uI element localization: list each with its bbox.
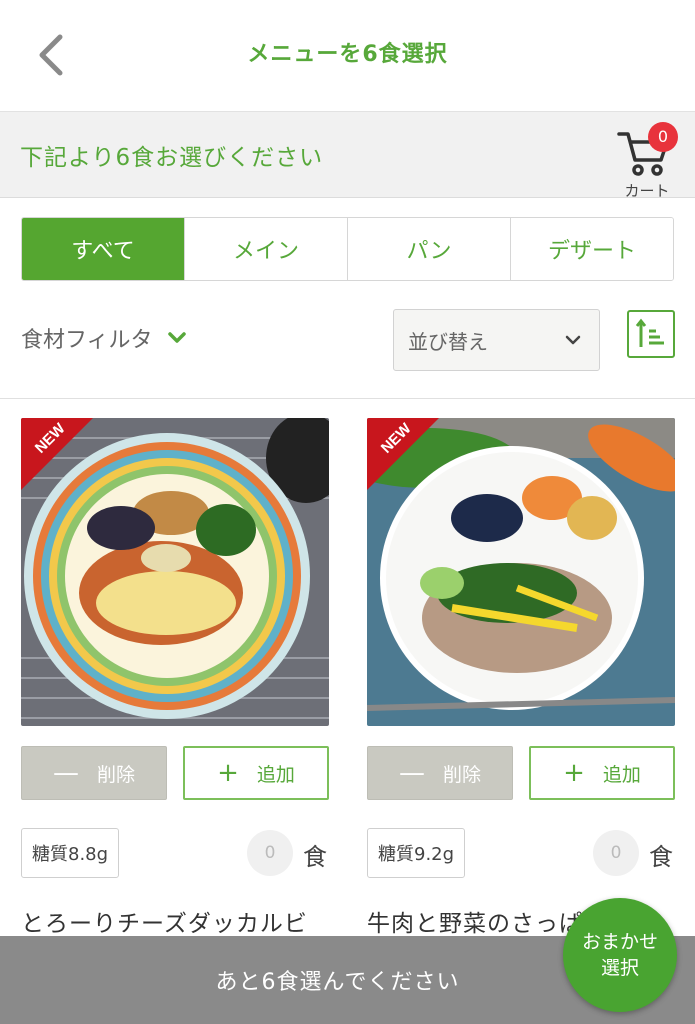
minus-icon: —: [52, 758, 79, 788]
ingredient-filter-button[interactable]: 食材フィルタ: [21, 322, 187, 354]
quantity-count: 0: [247, 830, 293, 876]
add-label: 追加: [602, 763, 641, 786]
chevron-down-icon: [167, 332, 186, 343]
tab-main[interactable]: メイン: [185, 218, 348, 280]
tab-all[interactable]: すべて: [22, 218, 185, 280]
sugar-tag: 糖質8.8g: [21, 828, 120, 878]
category-tabs: すべて メイン パン デザート: [21, 217, 674, 281]
sort-select[interactable]: 並び替え: [393, 309, 600, 371]
sort-ascending-icon: [635, 318, 664, 347]
remove-label: 削除: [442, 763, 481, 786]
chevron-down-icon: [565, 335, 581, 345]
tab-bread[interactable]: パン: [348, 218, 511, 280]
menu-card: NEW — 削除 + 追加 糖質8.8g 0 食 とろーりチーズダッカルビ: [21, 418, 329, 937]
sort-select-label: 並び替え: [408, 329, 488, 354]
sort-order-button[interactable]: [627, 310, 675, 358]
cart-count-badge: 0: [648, 122, 678, 152]
new-ribbon: NEW: [21, 418, 93, 490]
remove-button[interactable]: — 削除: [21, 746, 167, 800]
cart-label: カート: [624, 182, 670, 200]
new-ribbon: NEW: [367, 418, 439, 490]
tab-dessert[interactable]: デザート: [511, 218, 673, 280]
add-label: 追加: [256, 763, 295, 786]
menu-item-image[interactable]: NEW: [367, 418, 675, 726]
divider: [0, 398, 695, 399]
remove-button[interactable]: — 削除: [367, 746, 513, 800]
minus-icon: —: [398, 758, 425, 788]
cart-button[interactable]: 0 カート: [612, 122, 686, 200]
menu-card: NEW — 削除 + 追加 糖質9.2g 0 食 牛肉と野菜のさっぱり: [367, 418, 675, 937]
add-button[interactable]: + 追加: [529, 746, 675, 800]
sugar-tag: 糖質9.2g: [367, 828, 466, 878]
quantity-unit: 食: [649, 843, 673, 871]
add-button[interactable]: + 追加: [183, 746, 329, 800]
plus-icon: +: [217, 758, 239, 788]
plus-icon: +: [563, 758, 585, 788]
quantity-unit: 食: [303, 843, 327, 871]
ingredient-filter-label: 食材フィルタ: [21, 328, 153, 353]
auto-select-label-line1: おまかせ: [581, 931, 658, 953]
auto-select-button[interactable]: おまかせ 選択: [563, 898, 677, 1012]
page-title: メニューを6食選択: [247, 42, 448, 67]
quantity-count: 0: [593, 830, 639, 876]
auto-select-label-line2: 選択: [600, 957, 639, 979]
menu-item-name[interactable]: とろーりチーズダッカルビ: [21, 904, 308, 938]
menu-selection-page: メニューを6食選択 下記より6食お選びください 0 カート すべて メイン パン…: [0, 0, 695, 1024]
instruction-text: 下記より6食お選びください: [20, 145, 324, 171]
menu-item-image[interactable]: NEW: [21, 418, 329, 726]
remove-label: 削除: [96, 763, 135, 786]
header: メニューを6食選択: [0, 0, 695, 112]
instruction-bar: 下記より6食お選びください 0 カート: [0, 112, 695, 200]
